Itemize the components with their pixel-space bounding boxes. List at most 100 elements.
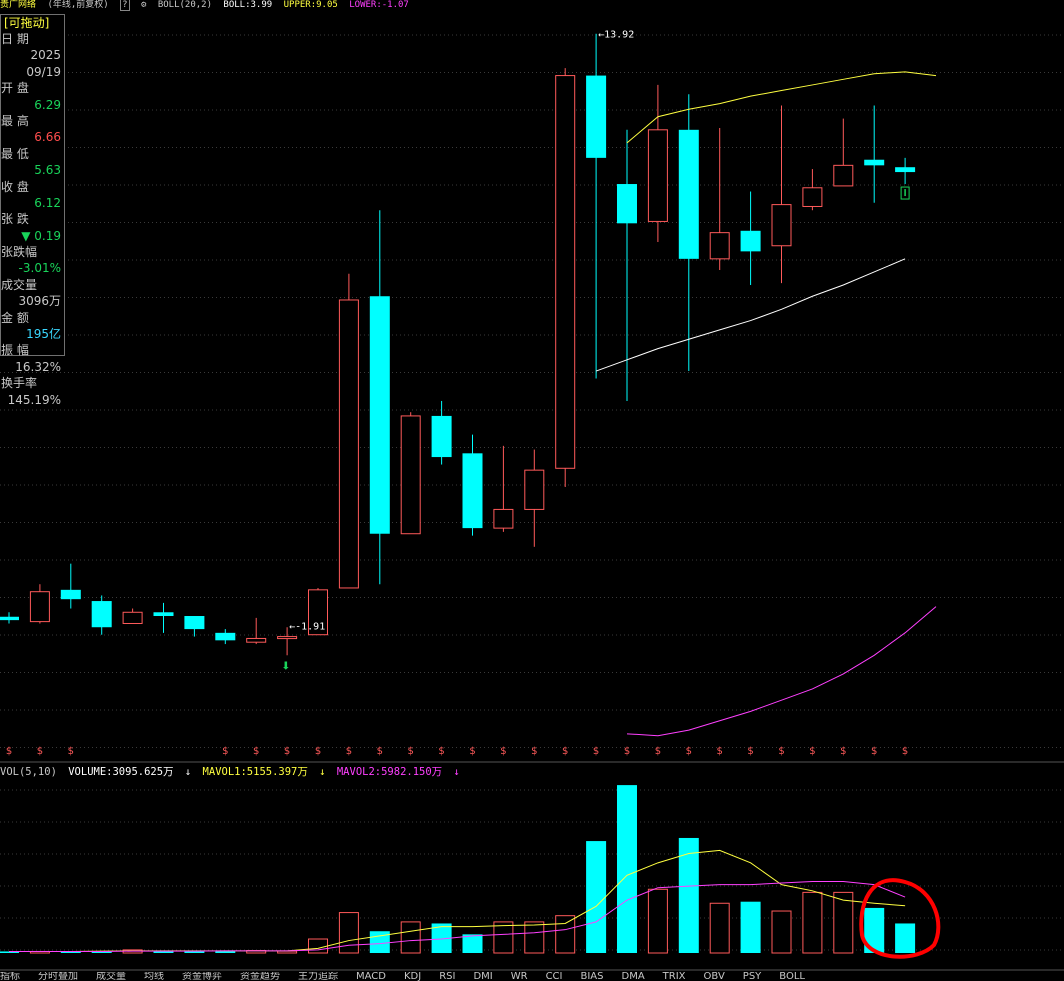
indicator-tab[interactable]: BOLL xyxy=(779,972,805,981)
info-row: 5.63 xyxy=(1,162,64,178)
volume-bar xyxy=(524,921,545,954)
info-label: 振 幅 xyxy=(1,343,29,358)
indicator-tab[interactable]: OBV xyxy=(704,972,725,981)
candle-body xyxy=(338,299,359,589)
signal-mark-icon: $ xyxy=(68,746,74,757)
info-label: 金 额 xyxy=(1,310,29,325)
info-row: 2025 xyxy=(1,47,64,63)
boll-value: BOLL:3.99 xyxy=(223,0,273,10)
info-label: 换手率 xyxy=(1,376,38,391)
candle-body xyxy=(740,230,761,252)
volume-bar xyxy=(709,902,730,954)
info-row: 6.12 xyxy=(1,195,64,211)
candle-body xyxy=(771,204,792,247)
candle-body xyxy=(678,129,699,259)
candle-body xyxy=(122,611,143,624)
indicator-tab[interactable]: 指标 xyxy=(0,972,20,981)
signal-mark-icon: $ xyxy=(6,746,12,757)
volume-bar xyxy=(555,915,576,954)
indicator-tab[interactable]: 主力追踪 xyxy=(298,972,338,981)
info-label: 最 高 xyxy=(1,113,29,128)
info-label: 日 期 xyxy=(1,32,29,46)
info-row: 日 期 xyxy=(1,31,64,47)
volume-bar xyxy=(740,901,761,953)
volume-bar xyxy=(462,934,483,953)
signal-mark-icon: $ xyxy=(840,746,846,757)
chart-header: 贵广网络 (年线,前复权) ? ⚙ BOLL(20,2) BOLL:3.99 U… xyxy=(0,0,415,11)
candle-body xyxy=(215,632,236,641)
candle-body xyxy=(555,75,576,469)
candle-body xyxy=(246,637,267,643)
indicator-tab[interactable]: 资金博弈 xyxy=(182,972,222,981)
signal-mark-icon: $ xyxy=(871,746,877,757)
indicator-name[interactable]: BOLL(20,2) xyxy=(158,0,212,10)
period-label: (年线,前复权) xyxy=(47,0,109,10)
drag-badge[interactable]: [可拖动] xyxy=(1,15,64,31)
info-row: 16.32% xyxy=(1,359,64,375)
candle-body xyxy=(29,591,50,623)
info-row: 09/19 xyxy=(1,64,64,80)
indicator-tab[interactable]: DMA xyxy=(622,972,645,981)
signal-mark-icon: $ xyxy=(717,746,723,757)
signal-mark-icon: $ xyxy=(809,746,815,757)
indicator-tab[interactable]: 均线 xyxy=(144,972,164,981)
indicator-tab[interactable]: TRIX xyxy=(663,972,686,981)
indicator-tab[interactable]: PSY xyxy=(743,972,762,981)
volume-value: VOLUME:3095.625万 xyxy=(68,766,174,778)
candle-body xyxy=(586,75,607,158)
indicator-tab[interactable]: RSI xyxy=(439,972,455,981)
info-row: 收 盘 xyxy=(1,179,64,195)
candle-body xyxy=(400,415,421,535)
candle-body xyxy=(277,636,298,640)
candle-body xyxy=(493,508,514,529)
volume-bar xyxy=(617,785,637,953)
indicator-tab[interactable]: 资金趋势 xyxy=(240,972,280,981)
candle-body xyxy=(462,453,483,529)
indicator-tab[interactable]: WR xyxy=(511,972,528,981)
info-row: 开 盘 xyxy=(1,80,64,96)
extreme-value-label: ←13.92 xyxy=(598,30,634,41)
indicator-tab[interactable]: KDJ xyxy=(404,972,421,981)
info-value: 6.12 xyxy=(34,195,61,210)
price-info-panel[interactable]: [可拖动] 日 期 2025 09/19 开 盘 6.29 最 高 6.66 最 低 5.63 收… xyxy=(0,14,65,407)
help-icon[interactable]: ? xyxy=(120,0,130,11)
indicator-tab[interactable]: 分时叠加 xyxy=(38,972,78,981)
info-value: 195亿 xyxy=(26,327,61,342)
signal-mark-icon: $ xyxy=(655,746,661,757)
info-value: 6.29 xyxy=(34,97,61,112)
indicator-tab[interactable]: DMI xyxy=(473,972,492,981)
candle-body xyxy=(524,469,545,510)
info-label: 最 低 xyxy=(1,146,29,161)
signal-mark-icon: $ xyxy=(253,746,259,757)
indicator-tab[interactable]: BIAS xyxy=(581,972,604,981)
info-row: 成交量 xyxy=(1,277,64,293)
info-value: ▼ 0.19 xyxy=(21,228,61,243)
extreme-value-label: ←-1.91 xyxy=(289,622,325,633)
info-value: 2025 xyxy=(30,48,61,63)
boll-lower-line xyxy=(626,606,937,737)
candle-body xyxy=(153,612,174,617)
lower-value: LOWER:-1.07 xyxy=(349,0,409,10)
info-row: 6.29 xyxy=(1,97,64,113)
info-row: 最 高 xyxy=(1,113,64,129)
info-row: -3.01% xyxy=(1,260,64,276)
gear-icon[interactable]: ⚙ xyxy=(141,0,146,10)
volume-bar xyxy=(215,951,236,953)
signal-mark-icon: $ xyxy=(562,746,568,757)
info-row: 3096万 xyxy=(1,293,64,309)
indicator-tab-bar[interactable]: 指标 分时叠加 成交量 均线 资金博弈 资金趋势 主力追踪 MACD KDJ RSI DMI WR CC… xyxy=(0,972,1064,981)
volume-header: VOL(5,10) VOLUME:3095.625万 ↓ MAVOL1:5155… xyxy=(0,765,465,779)
signal-mark-icon: $ xyxy=(531,746,537,757)
kline-chart[interactable]: ←13.92 ←-1.91 $ $ $ $ $ $ $ $ $ $ $ $ $ $ $ $ $ $ $ $ $ $ $ $ $ $ ⬇ xyxy=(0,0,1064,981)
indicator-tab[interactable]: 成交量 xyxy=(96,972,126,981)
volume-bar xyxy=(647,888,668,954)
info-value: 5.63 xyxy=(34,163,61,178)
candle-body xyxy=(833,164,854,187)
signal-mark-icon: $ xyxy=(902,746,908,757)
volume-indicator-name[interactable]: VOL(5,10) xyxy=(0,766,57,778)
candle-body xyxy=(647,129,668,222)
indicator-tab[interactable]: CCI xyxy=(546,972,563,981)
info-row: 换手率 xyxy=(1,375,64,391)
info-row: 振 幅 xyxy=(1,342,64,358)
indicator-tab[interactable]: MACD xyxy=(356,972,386,981)
